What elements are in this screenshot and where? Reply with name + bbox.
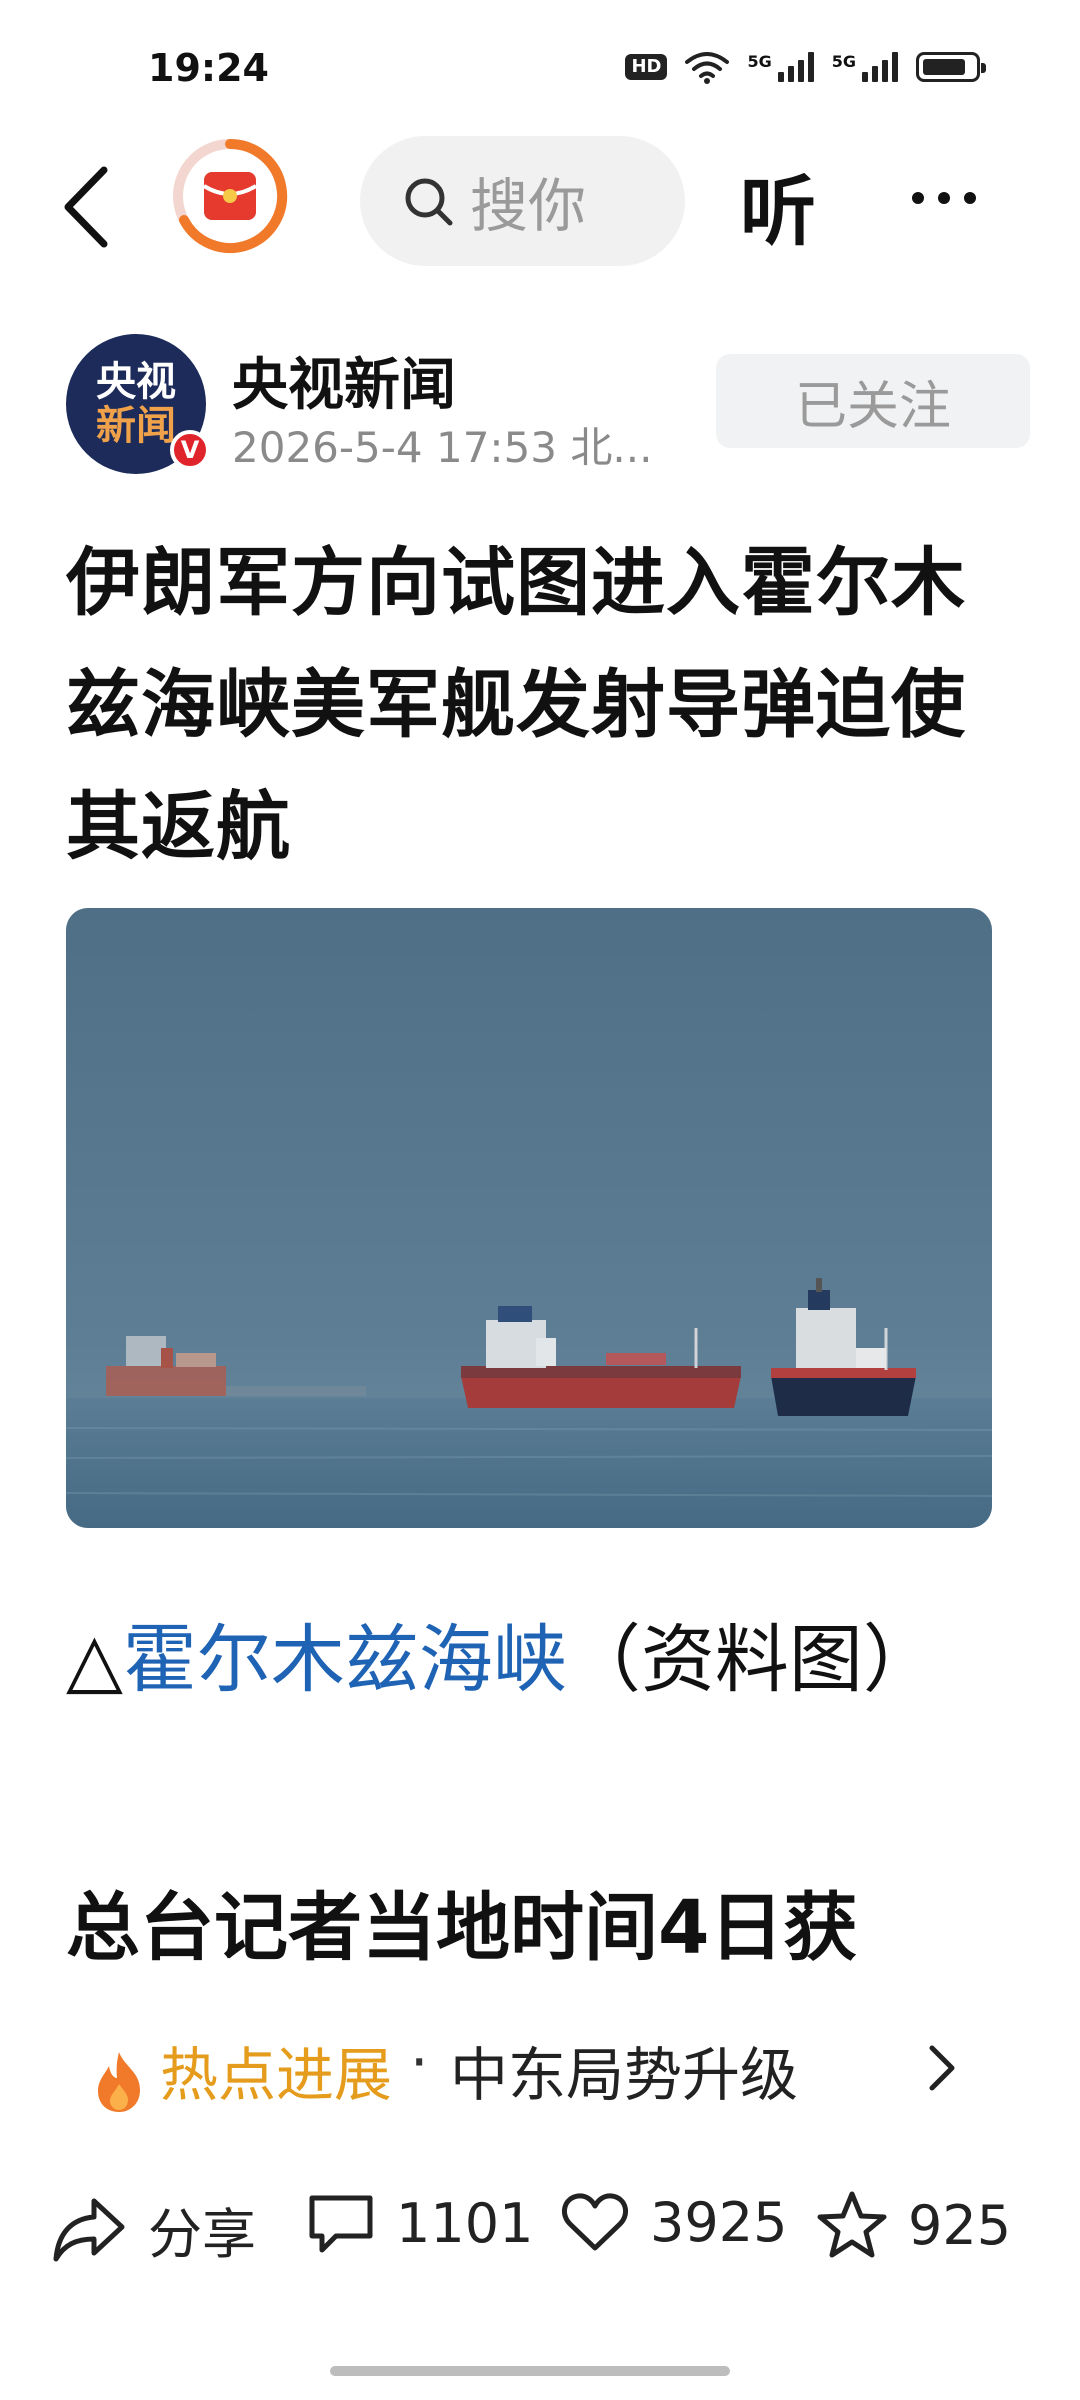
caption-triangle: △: [66, 1617, 123, 1703]
publish-meta: 2026-5-4 17:53 北...: [232, 423, 653, 472]
author-avatar[interactable]: 央视 新闻 V: [66, 334, 210, 474]
flame-icon: [98, 2052, 140, 2112]
hot-topic-label[interactable]: 热点进展: [160, 2028, 392, 2112]
more-dot-icon: [912, 192, 924, 204]
search-box[interactable]: 搜你: [360, 136, 685, 266]
like-button[interactable]: 3925: [560, 2190, 787, 2254]
hd-voice-icon: HD: [625, 54, 668, 80]
more-dot-icon: [964, 192, 976, 204]
hot-topic-title[interactable]: 中东局势升级: [450, 2028, 798, 2112]
status-icons: HD 5G 5G: [625, 50, 986, 84]
home-indicator[interactable]: [330, 2366, 730, 2376]
article-headline: 伊朗军方向试图进入霍尔木兹海峡美军舰发射导弹迫使其返航: [66, 540, 966, 870]
favorite-count: 925: [908, 2193, 1012, 2257]
comment-icon: [309, 2195, 373, 2253]
hot-topic-separator: ·: [410, 2028, 429, 2096]
comment-count: 1101: [396, 2191, 534, 2255]
comment-button[interactable]: 1101: [306, 2190, 533, 2256]
share-button[interactable]: 分享: [52, 2190, 256, 2269]
favorite-button[interactable]: 925: [816, 2190, 1011, 2260]
article-body-preview: 总台记者当地时间4日获: [66, 1885, 858, 1971]
cellular-signal-icon-1: 5G: [747, 52, 814, 82]
share-label: 分享: [148, 2203, 256, 2266]
red-envelope-icon: [173, 138, 288, 253]
follow-button[interactable]: 已关注: [716, 354, 1030, 448]
status-bar: 19:24 HD 5G 5G: [0, 0, 1080, 140]
app-logo-button[interactable]: [170, 136, 290, 260]
author-name[interactable]: 央视新闻: [232, 340, 456, 421]
heart-icon: [561, 2193, 629, 2251]
chevron-left-icon: [64, 166, 108, 248]
hot-topic-arrow-button[interactable]: [922, 2040, 962, 2100]
chevron-right-icon: [929, 2045, 955, 2091]
share-icon: [53, 2198, 125, 2261]
ships-at-sea-image: [66, 908, 992, 1528]
star-icon: [817, 2191, 887, 2258]
caption-suffix: （资料图）: [566, 1617, 937, 1703]
image-caption: △霍尔木兹海峡（资料图）: [66, 1600, 966, 1720]
verified-badge-icon: V: [170, 430, 210, 470]
search-icon: [405, 178, 453, 226]
battery-icon: [916, 52, 986, 82]
news-photo-ships[interactable]: [66, 908, 992, 1528]
cellular-signal-icon-2: 5G: [832, 52, 898, 82]
listen-button[interactable]: 听: [740, 150, 816, 260]
like-count: 3925: [650, 2190, 788, 2254]
caption-link-hormuz[interactable]: 霍尔木兹海峡: [123, 1617, 567, 1703]
search-placeholder: 搜你: [470, 172, 587, 240]
more-options-button[interactable]: [912, 192, 976, 204]
more-dot-icon: [938, 192, 950, 204]
status-time: 19:24: [148, 46, 269, 90]
back-button[interactable]: [52, 162, 122, 252]
wifi-icon: [685, 52, 730, 84]
